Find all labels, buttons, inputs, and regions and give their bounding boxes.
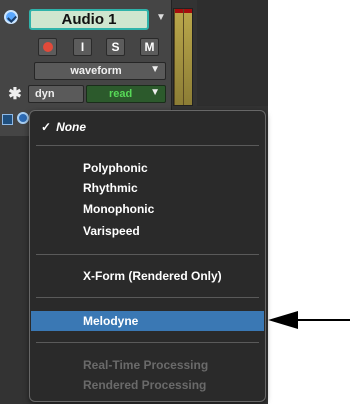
elastic-audio-menu: ✓ None Polyphonic Rhythmic Monophonic Var…	[29, 110, 266, 402]
menu-item-rhythmic[interactable]: Rhythmic	[31, 178, 264, 198]
menu-separator	[36, 297, 259, 298]
timebase-icon[interactable]	[17, 112, 29, 124]
checkmark-icon: ✓	[41, 120, 52, 134]
menu-item-polyphonic[interactable]: Polyphonic	[31, 158, 264, 178]
clip-icon[interactable]	[2, 114, 13, 125]
solo-button[interactable]: S	[106, 38, 125, 56]
meter-bar-left	[175, 9, 183, 105]
menu-item-label: None	[56, 120, 87, 134]
automation-mode-label: read	[109, 88, 133, 100]
track-view-label: waveform	[70, 65, 122, 77]
input-monitor-button[interactable]: I	[73, 38, 92, 56]
annotation-arrow-icon	[268, 311, 298, 329]
menu-item-real-time-processing: Real-Time Processing	[83, 358, 209, 372]
track-background	[197, 0, 268, 106]
level-meter	[173, 8, 193, 106]
menu-separator	[36, 145, 259, 146]
menu-item-monophonic[interactable]: Monophonic	[31, 199, 264, 219]
menu-item-x-form[interactable]: X-Form (Rendered Only)	[31, 266, 264, 286]
mute-button[interactable]: M	[140, 38, 159, 56]
automation-label[interactable]: dyn	[28, 85, 84, 103]
asterisk-icon[interactable]: ✱	[5, 85, 25, 105]
automation-label-text: dyn	[35, 88, 55, 100]
track-color-icon[interactable]	[4, 10, 18, 24]
menu-item-varispeed[interactable]: Varispeed	[31, 221, 264, 241]
annotation-arrow-line	[296, 319, 350, 321]
chevron-down-icon: ▼	[150, 87, 160, 98]
record-arm-button[interactable]	[38, 38, 57, 56]
track-name-field[interactable]: Audio 1	[29, 9, 149, 30]
menu-separator	[36, 342, 259, 343]
menu-item-melodyne[interactable]: Melodyne	[31, 311, 264, 331]
chevron-down-icon[interactable]: ▼	[156, 12, 166, 23]
menu-item-rendered-processing: Rendered Processing	[83, 378, 207, 392]
track-view-select[interactable]: waveform ▼	[34, 62, 166, 80]
meter-bar-right	[184, 9, 192, 105]
menu-separator	[36, 254, 259, 255]
chevron-down-icon: ▼	[150, 64, 160, 75]
menu-item-none[interactable]: ✓ None	[31, 117, 264, 137]
automation-mode-select[interactable]: read ▼	[86, 85, 166, 103]
